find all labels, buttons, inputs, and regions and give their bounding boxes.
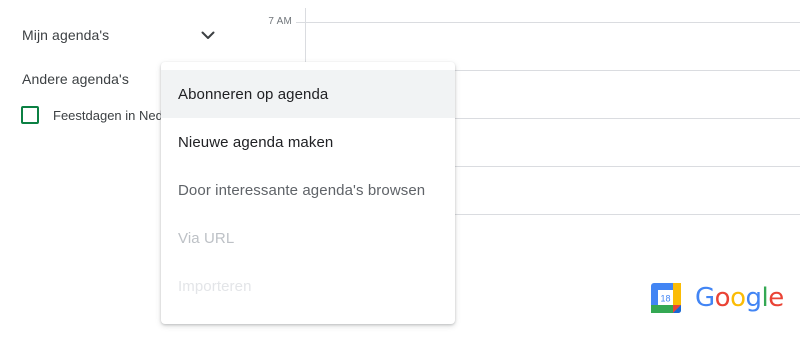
google-calendar-icon: 18 [651, 283, 681, 313]
calendar-icon-day: 18 [660, 294, 670, 304]
other-calendars-label: Andere agenda's [22, 71, 129, 87]
add-calendar-menu: Abonneren op agenda Nieuwe agenda maken … [161, 62, 455, 324]
chevron-down-icon[interactable] [198, 25, 218, 45]
google-letter: e [768, 283, 784, 313]
time-label-7am: 7 AM [262, 16, 292, 27]
menu-item-subscribe[interactable]: Abonneren op agenda [161, 70, 455, 118]
menu-item-import[interactable]: Importeren [161, 262, 455, 310]
google-letter: o [715, 283, 730, 313]
my-calendars-label: Mijn agenda's [22, 27, 109, 43]
calendar-checkbox[interactable] [21, 106, 39, 124]
calendar-item-holidays[interactable]: Feestdagen in Nederland [21, 105, 171, 125]
my-calendars-header[interactable]: Mijn agenda's [0, 15, 240, 55]
google-letter: G [695, 283, 715, 313]
chevron-down-icon-svg [201, 31, 215, 40]
grid-hour-line [296, 22, 800, 23]
calendar-item-label: Feestdagen in Nederland [53, 108, 171, 123]
menu-item-create-calendar[interactable]: Nieuwe agenda maken [161, 118, 455, 166]
google-branding: 18 Google [651, 282, 784, 314]
menu-item-browse-calendars[interactable]: Door interessante agenda's browsen [161, 166, 455, 214]
calendar-app: 7 AM Mijn agenda's Andere agenda's Feest… [0, 0, 800, 340]
google-wordmark: Google [695, 283, 784, 313]
google-letter: o [730, 283, 745, 313]
menu-item-from-url[interactable]: Via URL [161, 214, 455, 262]
google-letter: g [746, 283, 762, 313]
